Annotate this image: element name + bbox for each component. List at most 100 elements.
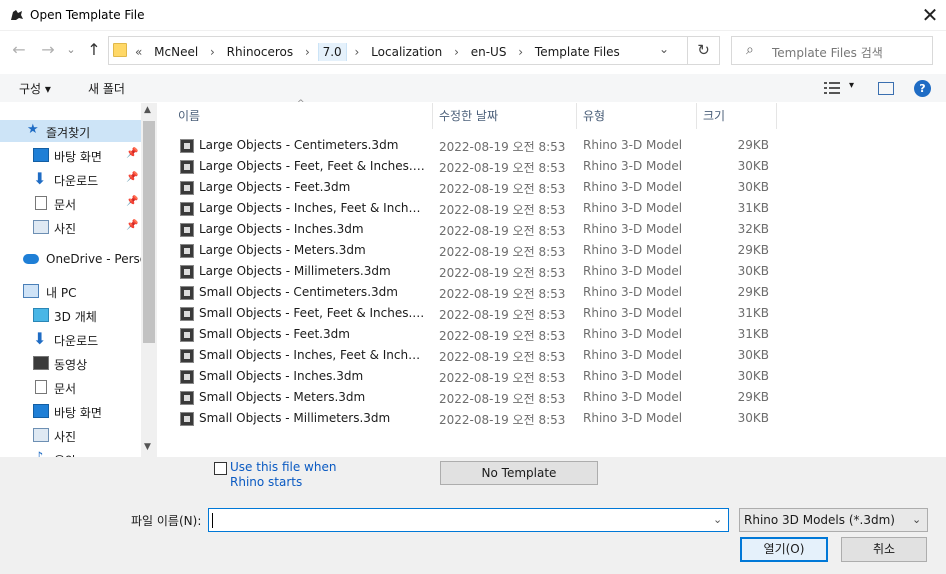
sidebar-item-desktop[interactable]: 바탕 화면 📌 — [0, 144, 141, 166]
chevron-down-icon[interactable]: ⌄ — [659, 42, 669, 56]
document-icon — [35, 196, 47, 210]
pin-icon[interactable]: 📌 — [126, 196, 138, 207]
pin-icon[interactable]: 📌 — [126, 148, 138, 159]
file-date: 2022-08-19 오전 8:53 — [439, 308, 566, 322]
file-row[interactable]: Small Objects - Inches, Feet & Inches.3.… — [157, 345, 777, 366]
column-divider[interactable] — [432, 103, 433, 129]
breadcrumb-rhinoceros[interactable]: Rhinoceros — [223, 45, 297, 59]
file-row[interactable]: Large Objects - Meters.3dm 2022-08-19 오전… — [157, 240, 777, 261]
overflow-icon[interactable]: « — [131, 45, 146, 59]
preview-pane-icon[interactable] — [878, 82, 894, 95]
no-template-button[interactable]: No Template — [440, 461, 598, 485]
file-row[interactable]: Large Objects - Feet.3dm 2022-08-19 오전 8… — [157, 177, 777, 198]
breadcrumb: « McNeel › Rhinoceros › 7.0 › Localizati… — [131, 43, 624, 61]
file-name: Small Objects - Meters.3dm — [199, 390, 366, 404]
breadcrumb-version[interactable]: 7.0 — [317, 43, 347, 61]
column-header-type[interactable]: 유형 — [583, 107, 605, 124]
file-row[interactable]: Large Objects - Centimeters.3dm 2022-08-… — [157, 135, 777, 156]
music-icon: ♪ — [35, 450, 51, 457]
sidebar-item-pictures-pc[interactable]: 사진 — [0, 424, 141, 446]
sidebar-item-this-pc[interactable]: 내 PC — [0, 280, 141, 302]
up-arrow-icon[interactable]: ↑ — [83, 40, 105, 62]
forward-arrow-icon[interactable]: → — [37, 40, 59, 62]
file-name: Large Objects - Centimeters.3dm — [199, 138, 399, 152]
organize-button[interactable]: 구성 ▾ — [19, 80, 51, 97]
back-arrow-icon[interactable]: ← — [8, 40, 30, 62]
file-list[interactable]: 이름 ^ 수정한 날짜 유형 크기 Large Objects - Centim… — [157, 99, 946, 457]
search-placeholder: Template Files 검색 — [772, 46, 883, 60]
search-input[interactable]: ⌕ Template Files 검색 — [731, 36, 933, 65]
column-divider[interactable] — [696, 103, 697, 129]
scroll-down-icon[interactable]: ▼ — [144, 442, 151, 452]
window-title: Open Template File — [30, 8, 145, 22]
sidebar-item-downloads[interactable]: ⬇ 다운로드 📌 — [0, 168, 141, 190]
pin-icon[interactable]: 📌 — [126, 220, 138, 231]
video-icon — [33, 356, 49, 370]
file-date: 2022-08-19 오전 8:53 — [439, 371, 566, 385]
chevron-right-icon[interactable]: › — [301, 45, 314, 59]
scrollbar-thumb[interactable] — [143, 121, 155, 343]
sidebar-item-downloads-pc[interactable]: ⬇ 다운로드 — [0, 328, 141, 350]
breadcrumb-mcneel[interactable]: McNeel — [150, 45, 202, 59]
file-size: 29KB — [737, 138, 769, 152]
sidebar-item-3d-objects[interactable]: 3D 개체 — [0, 304, 141, 326]
refresh-icon[interactable]: ↻ — [688, 36, 720, 65]
close-icon[interactable]: ✕ — [916, 4, 944, 28]
column-header-name[interactable]: 이름 — [178, 107, 200, 124]
sidebar-item-onedrive[interactable]: OneDrive - Persor — [0, 248, 152, 270]
breadcrumb-template-files[interactable]: Template Files — [531, 45, 624, 59]
file-row[interactable]: Small Objects - Feet, Feet & Inches.3dm … — [157, 303, 777, 324]
chevron-right-icon[interactable]: › — [206, 45, 219, 59]
cancel-button[interactable]: 취소 — [841, 537, 927, 562]
sidebar-item-label: 동영상 — [54, 358, 88, 372]
open-button[interactable]: 열기(O) — [740, 537, 828, 562]
file-row[interactable]: Small Objects - Feet.3dm 2022-08-19 오전 8… — [157, 324, 777, 345]
file-row[interactable]: Large Objects - Millimeters.3dm 2022-08-… — [157, 261, 777, 282]
sidebar-item-desktop-pc[interactable]: 바탕 화면 — [0, 400, 141, 422]
sidebar-item-music[interactable]: ♪ 음악 — [0, 448, 141, 457]
column-header-size[interactable]: 크기 — [703, 107, 725, 124]
file-row[interactable]: Small Objects - Centimeters.3dm 2022-08-… — [157, 282, 777, 303]
sidebar-item-quick-access[interactable]: ★ 즐겨찾기 — [0, 120, 141, 142]
sidebar-item-videos[interactable]: 동영상 — [0, 352, 141, 374]
chevron-down-icon[interactable]: ⌄ — [713, 513, 722, 526]
file-name: Large Objects - Feet, Feet & Inches.3dm — [199, 159, 427, 173]
file-row[interactable]: Small Objects - Inches.3dm 2022-08-19 오전… — [157, 366, 777, 387]
view-dropdown-icon[interactable]: ▾ — [849, 80, 854, 91]
file-row[interactable]: Large Objects - Inches, Feet & Inches.3.… — [157, 198, 777, 219]
chevron-right-icon[interactable]: › — [450, 45, 463, 59]
file-type-filter-select[interactable]: Rhino 3D Models (*.3dm) ⌄ — [739, 508, 928, 532]
column-divider[interactable] — [776, 103, 777, 129]
column-header-date[interactable]: 수정한 날짜 — [439, 107, 498, 124]
file-name: Small Objects - Centimeters.3dm — [199, 285, 398, 299]
file-name: Large Objects - Feet.3dm — [199, 180, 351, 194]
help-icon[interactable]: ? — [914, 80, 931, 97]
chevron-down-icon[interactable]: ⌄ — [912, 513, 921, 526]
sidebar-item-documents-pc[interactable]: 문서 — [0, 376, 141, 398]
breadcrumb-en-us[interactable]: en-US — [467, 45, 511, 59]
breadcrumb-localization[interactable]: Localization — [367, 45, 446, 59]
use-file-label[interactable]: Use this file when Rhino starts — [230, 460, 340, 490]
file-row[interactable]: Small Objects - Millimeters.3dm 2022-08-… — [157, 408, 777, 429]
pictures-icon — [33, 428, 49, 442]
navigation-pane[interactable]: ★ 즐겨찾기 바탕 화면 📌 ⬇ 다운로드 📌 문서 📌 사진 📌 OneDri… — [0, 103, 157, 457]
view-options-icon[interactable] — [824, 82, 840, 94]
filename-field[interactable]: ⌄ — [208, 508, 729, 532]
column-divider[interactable] — [576, 103, 577, 129]
use-file-checkbox[interactable] — [214, 462, 227, 475]
pin-icon[interactable]: 📌 — [126, 172, 138, 183]
file-row[interactable]: Small Objects - Meters.3dm 2022-08-19 오전… — [157, 387, 777, 408]
scroll-up-icon[interactable]: ▲ — [144, 105, 151, 115]
sidebar-item-documents[interactable]: 문서 📌 — [0, 192, 141, 214]
sidebar-item-pictures[interactable]: 사진 📌 — [0, 216, 141, 238]
chevron-right-icon[interactable]: › — [351, 45, 364, 59]
file-row[interactable]: Large Objects - Inches.3dm 2022-08-19 오전… — [157, 219, 777, 240]
sidebar-scrollbar[interactable]: ▲ ▼ — [141, 103, 157, 457]
address-bar[interactable]: « McNeel › Rhinoceros › 7.0 › Localizati… — [108, 36, 688, 65]
file-date: 2022-08-19 오전 8:53 — [439, 350, 566, 364]
recent-locations-icon[interactable]: ⌄ — [60, 40, 82, 62]
sidebar-item-label: 3D 개체 — [54, 310, 97, 324]
new-folder-button[interactable]: 새 폴더 — [88, 80, 125, 97]
file-row[interactable]: Large Objects - Feet, Feet & Inches.3dm … — [157, 156, 777, 177]
chevron-right-icon[interactable]: › — [514, 45, 527, 59]
